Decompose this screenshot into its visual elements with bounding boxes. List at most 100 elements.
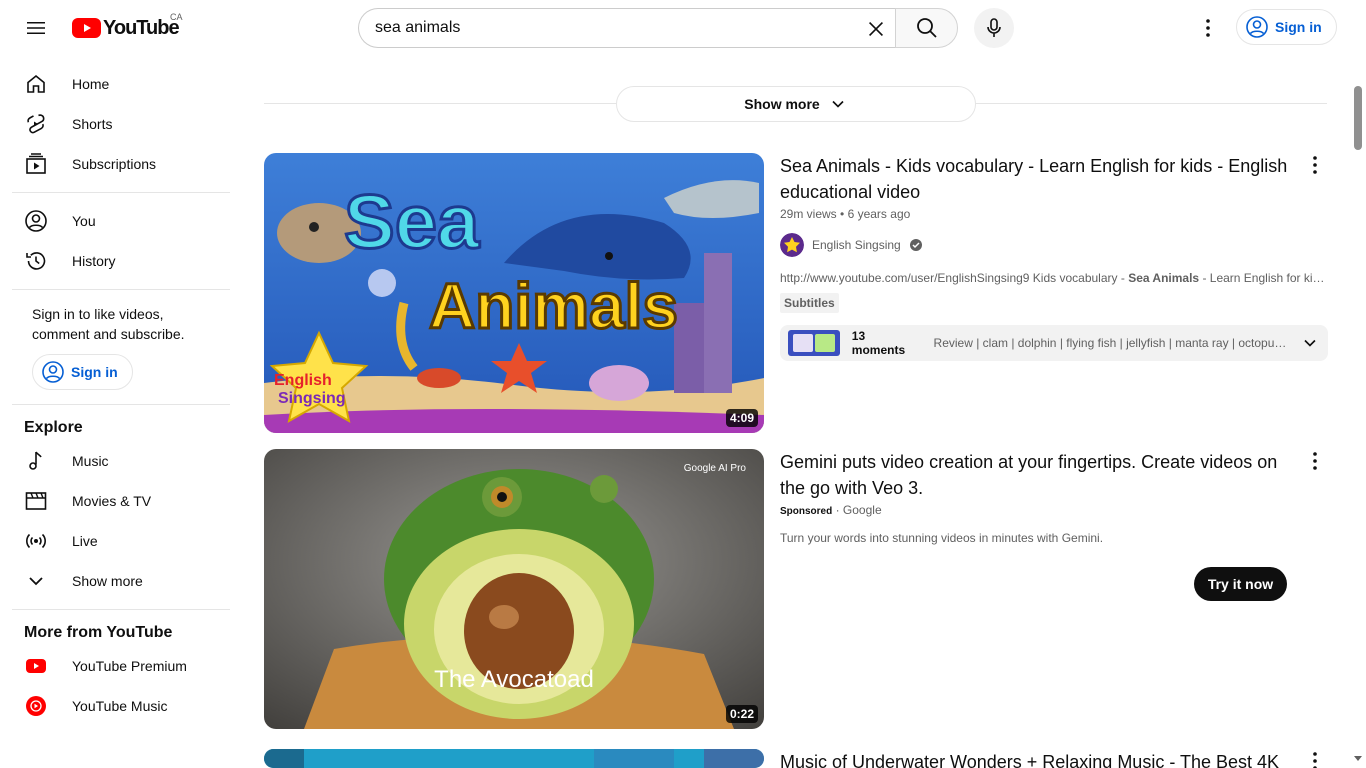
description-prefix: http://www.youtube.com/user/EnglishSings… <box>780 271 1129 285</box>
sidebar-item-label: Movies & TV <box>72 493 152 509</box>
underwater-thumbnail-art <box>264 749 764 768</box>
settings-menu-button[interactable] <box>1188 8 1228 48</box>
youtube-play-icon <box>72 18 101 38</box>
video-menu-button[interactable] <box>1303 153 1327 177</box>
explore-section: Explore Music Movies & TV Live Show more <box>12 405 230 610</box>
ad-result: The Avocatoad Google AI Pro 0:22 Gemini … <box>264 449 1327 731</box>
key-moments[interactable]: 13 moments Review | clam | dolphin | fly… <box>780 325 1328 361</box>
video-thumbnail[interactable]: Sea Animals English Singsing 4:09 <box>264 153 764 433</box>
video-description: http://www.youtube.com/user/EnglishSings… <box>780 271 1328 285</box>
view-count: 29m views <box>780 207 837 221</box>
sidebar-item-history[interactable]: History <box>12 241 230 281</box>
sidebar-item-home[interactable]: Home <box>12 64 230 104</box>
ad-meta: Sponsored · Google <box>780 503 1310 517</box>
thumb-logo-line1: English <box>274 372 332 389</box>
ad-thumbnail[interactable]: The Avocatoad Google AI Pro 0:22 <box>264 449 764 729</box>
home-icon <box>24 72 48 96</box>
sidebar-item-youtube-music[interactable]: YouTube Music <box>12 686 230 726</box>
sidebar-item-label: Shorts <box>72 116 113 132</box>
chevron-down-icon <box>832 100 844 108</box>
guide-sidebar: Home Shorts Subscriptions You History Si… <box>0 56 240 768</box>
thumb-caption: The Avocatoad <box>434 666 594 693</box>
you-section: You History <box>12 193 230 290</box>
sidebar-signin-button[interactable]: Sign in <box>32 354 133 390</box>
thumb-logo-line2: Singsing <box>278 390 346 407</box>
search-results: Show more Sea Animals English Singsing 4… <box>264 56 1328 768</box>
video-result: Music of Underwater Wonders + Relaxing M… <box>264 749 1327 768</box>
avocatoad-thumbnail-art: The Avocatoad Google AI Pro <box>264 449 764 729</box>
scrollbar-thumb[interactable] <box>1354 86 1362 150</box>
sidebar-item-subscriptions[interactable]: Subscriptions <box>12 144 230 184</box>
sidebar-item-label: You <box>72 213 96 229</box>
advertiser-name: Google <box>842 503 882 517</box>
sidebar-item-live[interactable]: Live <box>12 521 230 561</box>
video-title[interactable]: Music of Underwater Wonders + Relaxing M… <box>780 749 1280 768</box>
duration-badge: 0:22 <box>725 705 758 723</box>
more-vert-icon <box>1313 752 1317 768</box>
guide-menu-button[interactable] <box>16 8 56 48</box>
verified-icon <box>909 239 922 251</box>
video-title[interactable]: Sea Animals - Kids vocabulary - Learn En… <box>780 153 1290 205</box>
sidebar-item-movies[interactable]: Movies & TV <box>12 481 230 521</box>
sidebar-item-label: Show more <box>72 573 143 589</box>
clear-search-button[interactable] <box>860 13 892 45</box>
signin-label: Sign in <box>71 364 118 380</box>
close-icon <box>868 21 884 37</box>
search-box <box>358 8 896 48</box>
channel-info[interactable]: English Singsing <box>780 233 1310 257</box>
channel-name: English Singsing <box>812 238 901 252</box>
chevron-down-icon[interactable] <box>1300 333 1320 353</box>
moments-thumbnail <box>788 330 840 356</box>
show-more-button[interactable]: Show more <box>616 86 976 122</box>
explore-heading: Explore <box>24 419 83 436</box>
live-icon <box>24 529 48 553</box>
try-it-now-button[interactable]: Try it now <box>1194 567 1287 601</box>
description-bold: Sea Animals <box>1128 271 1200 285</box>
hamburger-icon <box>27 22 45 34</box>
sidebar-item-label: Home <box>72 76 110 92</box>
microphone-icon <box>987 18 1001 37</box>
subscriptions-icon <box>24 152 48 176</box>
voice-search-button[interactable] <box>974 8 1014 48</box>
account-icon <box>1246 16 1268 38</box>
moments-list: Review | clam | dolphin | flying fish | … <box>933 336 1289 350</box>
sea-animals-thumbnail-art: Sea Animals English Singsing <box>264 153 764 433</box>
sponsored-label: Sponsored <box>780 506 833 517</box>
chevron-down-icon <box>24 569 48 593</box>
meta-separator: · <box>835 503 843 517</box>
channel-avatar <box>780 233 804 257</box>
sidebar-item-label: Subscriptions <box>72 156 157 172</box>
video-menu-button[interactable] <box>1303 749 1327 768</box>
ad-title[interactable]: Gemini puts video creation at your finge… <box>780 449 1290 501</box>
signin-prompt: Sign in to like videos, comment and subs… <box>32 306 185 342</box>
search-input[interactable] <box>375 19 855 37</box>
video-meta: 29m views • 6 years ago <box>780 207 1310 221</box>
more-heading: More from YouTube <box>24 624 173 641</box>
video-thumbnail[interactable] <box>264 749 764 768</box>
more-vert-icon <box>1313 452 1317 470</box>
ad-menu-button[interactable] <box>1303 449 1327 473</box>
sidebar-item-youtube-premium[interactable]: YouTube Premium <box>12 646 230 686</box>
sidebar-item-you[interactable]: You <box>12 201 230 241</box>
signin-button[interactable]: Sign in <box>1236 9 1337 45</box>
show-more-label: Show more <box>744 96 820 112</box>
sidebar-item-show-more[interactable]: Show more <box>12 561 230 601</box>
duration-badge: 4:09 <box>725 409 758 427</box>
search-button[interactable] <box>895 8 958 48</box>
movies-icon <box>24 489 48 513</box>
youtube-logo[interactable]: YouTube CA <box>72 12 183 40</box>
scroll-down-arrow[interactable] <box>1354 756 1362 761</box>
description-suffix: - Learn English for kid... <box>1199 271 1328 285</box>
you-icon <box>24 209 48 233</box>
history-icon <box>24 249 48 273</box>
main-section: Home Shorts Subscriptions <box>12 56 230 193</box>
search-icon <box>916 18 937 38</box>
upload-age: 6 years ago <box>847 207 911 221</box>
sidebar-item-label: Live <box>72 533 98 549</box>
video-result: Sea Animals English Singsing 4:09 Sea An… <box>264 153 1328 435</box>
video-info: Music of Underwater Wonders + Relaxing M… <box>780 749 1310 768</box>
sidebar-item-shorts[interactable]: Shorts <box>12 104 230 144</box>
account-icon <box>42 361 64 383</box>
sidebar-item-music[interactable]: Music <box>12 441 230 481</box>
scrollbar-track[interactable] <box>1350 56 1366 768</box>
